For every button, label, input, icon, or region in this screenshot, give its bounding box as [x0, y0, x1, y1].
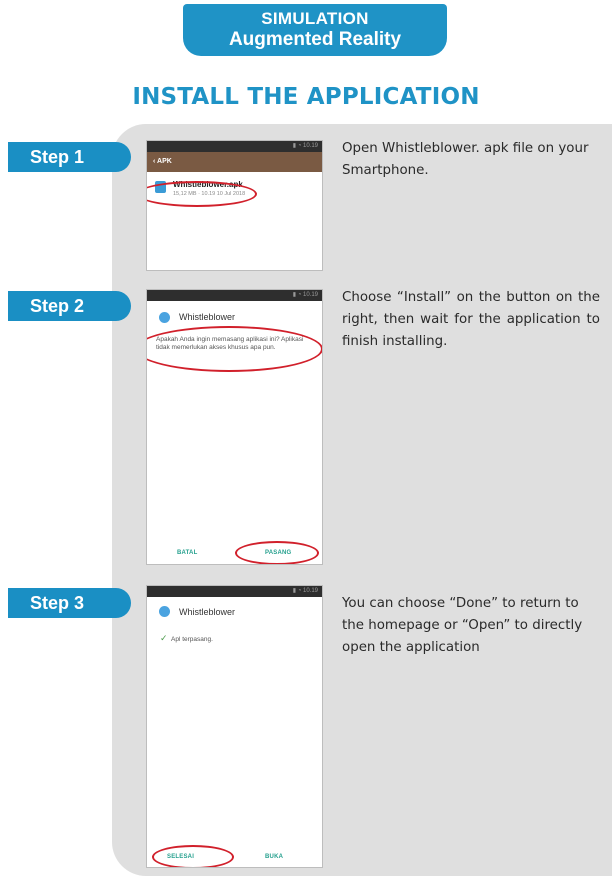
status-bar: ▮ ◔ 10.19	[147, 586, 322, 597]
step-1-description: Open Whistleblower. apk file on your Sma…	[342, 141, 589, 178]
apk-toolbar: ‹ APK	[147, 152, 322, 172]
step-2-screenshot: ▮ ◔ 10.19 Whistleblower Apakah Anda ingi…	[146, 289, 323, 565]
step-3-description: You can choose “Done” to return to the h…	[342, 596, 583, 655]
back-arrow-icon: ‹	[153, 158, 156, 165]
step-2-description: Choose “Install” on the button on the ri…	[342, 290, 600, 349]
app-name: Whistleblower	[179, 607, 236, 617]
installed-status-text: Apl terpasang.	[171, 636, 213, 643]
status-bar: ▮ ◔ 10.19	[147, 141, 322, 152]
banner-line2: Augmented Reality	[228, 29, 402, 50]
app-icon	[159, 312, 170, 323]
simulation-banner: SIMULATION Augmented Reality	[183, 4, 447, 56]
step-3-label: Step 3	[8, 588, 131, 618]
status-bar: ▮ ◔ 10.19	[147, 290, 322, 301]
step-1-screenshot: ▮ ◔ 10.19 ‹ APK Whistleblower.apk 15,12 …	[146, 140, 323, 271]
highlight-circle	[152, 845, 234, 867]
app-icon	[159, 606, 170, 617]
highlight-circle	[147, 181, 257, 207]
check-icon: ✓	[160, 633, 168, 643]
step-2-label: Step 2	[8, 291, 131, 321]
highlight-circle	[235, 541, 319, 564]
cancel-button[interactable]: BATAL	[177, 550, 197, 556]
app-name: Whistleblower	[179, 312, 236, 322]
open-button[interactable]: BUKA	[265, 854, 283, 860]
step-1-label: Step 1	[8, 142, 131, 172]
step-3-screenshot: ▮ ◔ 10.19 Whistleblower ✓ Apl terpasang.…	[146, 585, 323, 868]
toolbar-title: APK	[157, 158, 172, 165]
page-title: INSTALL THE APPLICATION	[132, 84, 480, 110]
banner-line1: SIMULATION	[261, 9, 369, 28]
highlight-circle	[147, 326, 322, 372]
